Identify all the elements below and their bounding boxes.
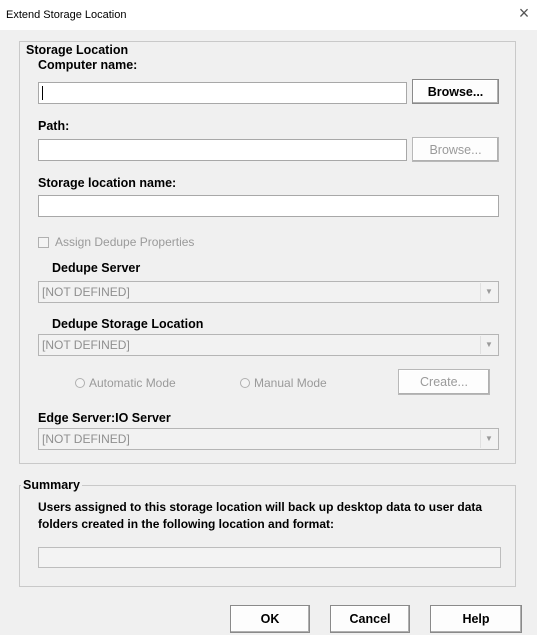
automatic-mode-radio[interactable] [75, 378, 85, 388]
storage-location-legend: Storage Location [24, 43, 131, 57]
dedupe-server-value: [NOT DEFINED] [42, 285, 130, 299]
path-browse-button[interactable]: Browse... [412, 137, 499, 162]
summary-description: Users assigned to this storage location … [38, 500, 483, 531]
dedupe-storage-label: Dedupe Storage Location [52, 317, 204, 331]
path-label: Path: [38, 119, 70, 133]
help-button[interactable]: Help [430, 605, 522, 633]
dedupe-storage-dropdown[interactable]: [NOT DEFINED] ▼ [38, 334, 499, 356]
summary-format-field [38, 547, 501, 568]
ok-button[interactable]: OK [230, 605, 310, 633]
chevron-down-icon[interactable]: ▼ [480, 283, 497, 301]
create-button[interactable]: Create... [398, 369, 490, 395]
computer-name-field[interactable] [38, 82, 407, 104]
assign-dedupe-checkbox[interactable] [38, 237, 49, 248]
edge-server-label: Edge Server:IO Server [38, 411, 171, 425]
close-icon[interactable]: × [514, 3, 534, 23]
dedupe-storage-value: [NOT DEFINED] [42, 338, 130, 352]
storage-name-field[interactable] [38, 195, 499, 217]
dedupe-server-label: Dedupe Server [52, 261, 141, 275]
cancel-button[interactable]: Cancel [330, 605, 410, 633]
computer-name-label: Computer name: [38, 58, 138, 72]
chevron-down-icon[interactable]: ▼ [480, 336, 497, 354]
text-caret [42, 86, 43, 100]
dedupe-server-dropdown[interactable]: [NOT DEFINED] ▼ [38, 281, 499, 303]
storage-name-label: Storage location name: [38, 176, 177, 190]
path-field[interactable] [38, 139, 407, 161]
manual-mode-label: Manual Mode [254, 376, 327, 390]
edge-server-value: [NOT DEFINED] [42, 432, 130, 446]
automatic-mode-label: Automatic Mode [89, 376, 176, 390]
computer-browse-button[interactable]: Browse... [412, 79, 499, 104]
storage-location-group [19, 41, 516, 464]
window-title: Extend Storage Location [6, 9, 127, 21]
manual-mode-radio[interactable] [240, 378, 250, 388]
summary-legend: Summary [21, 478, 82, 492]
chevron-down-icon[interactable]: ▼ [480, 430, 497, 448]
edge-server-dropdown[interactable]: [NOT DEFINED] ▼ [38, 428, 499, 450]
assign-dedupe-label: Assign Dedupe Properties [55, 235, 195, 249]
